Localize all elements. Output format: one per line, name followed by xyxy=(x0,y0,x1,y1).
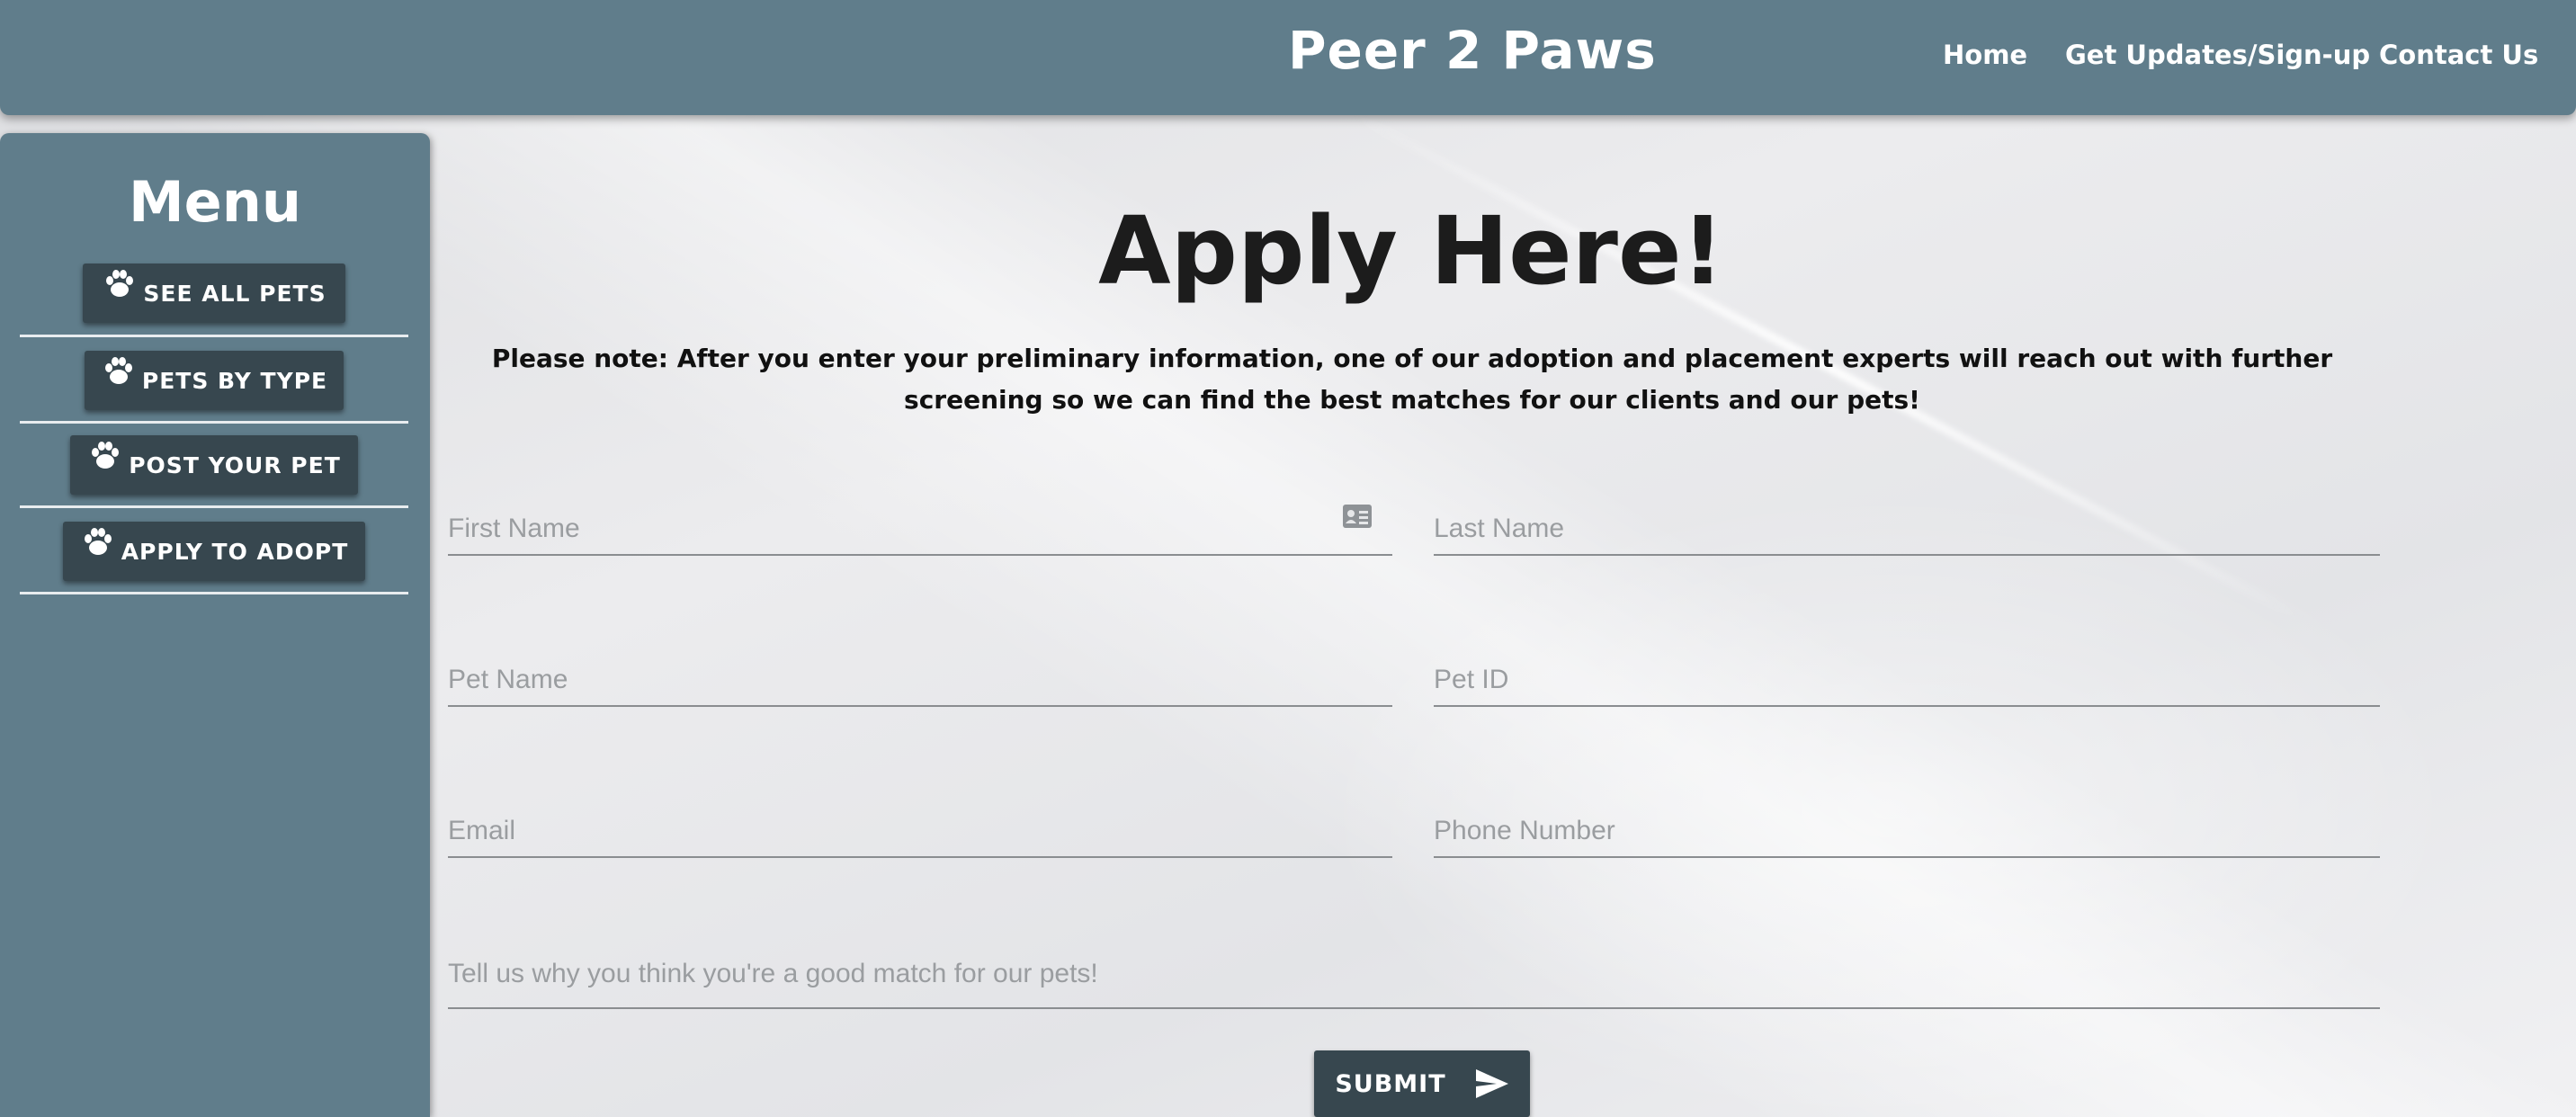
page-title: Apply Here! xyxy=(1098,196,1724,306)
paw-icon xyxy=(84,528,112,555)
sidebar-divider xyxy=(20,421,408,424)
first-name-field xyxy=(448,484,1392,556)
pet-name-input[interactable] xyxy=(448,635,1392,703)
sidebar-item-label: SEE ALL PETS xyxy=(143,280,326,307)
nav-home[interactable]: Home xyxy=(1943,40,2027,70)
pet-id-input[interactable] xyxy=(1434,635,2380,703)
contact-card-icon xyxy=(1343,505,1372,528)
sidebar-divider xyxy=(20,335,408,337)
message-textarea[interactable] xyxy=(448,937,2380,1005)
last-name-input[interactable] xyxy=(1434,484,2380,552)
sidebar-divider xyxy=(20,592,408,594)
nav-get-updates[interactable]: Get Updates/Sign-up xyxy=(2065,40,2370,70)
paw-icon xyxy=(104,357,132,384)
phone-field xyxy=(1434,786,2380,858)
brand-title[interactable]: Peer 2 Paws xyxy=(1288,20,1657,81)
submit-label: SUBMIT xyxy=(1335,1069,1446,1098)
pet-name-field xyxy=(448,635,1392,707)
phone-input[interactable] xyxy=(1434,786,2380,854)
sidebar-item-post-your-pet[interactable]: POST YOUR PET xyxy=(70,435,358,495)
sidebar-item-pets-by-type[interactable]: PETS BY TYPE xyxy=(85,351,344,410)
pet-id-field xyxy=(1434,635,2380,707)
sidebar-item-apply-to-adopt[interactable]: APPLY TO ADOPT xyxy=(63,522,365,581)
sidebar-title: Menu xyxy=(128,169,302,235)
sidebar-item-label: PETS BY TYPE xyxy=(141,367,328,394)
first-name-input[interactable] xyxy=(448,484,1392,552)
paw-icon xyxy=(106,270,134,297)
sidebar: Menu SEE ALL PETS PETS BY TYPE POST YOUR… xyxy=(0,133,430,1117)
sidebar-divider xyxy=(20,505,408,508)
send-icon xyxy=(1475,1069,1508,1098)
paw-icon xyxy=(92,442,120,469)
last-name-field xyxy=(1434,484,2380,556)
nav-contact-us[interactable]: Contact Us xyxy=(2379,40,2538,70)
sidebar-item-see-all-pets[interactable]: SEE ALL PETS xyxy=(83,264,345,323)
email-input[interactable] xyxy=(448,786,1392,854)
top-navbar: Peer 2 Paws Home Get Updates/Sign-up Con… xyxy=(0,0,2576,115)
sidebar-item-label: POST YOUR PET xyxy=(129,451,341,478)
sidebar-item-label: APPLY TO ADOPT xyxy=(121,538,349,565)
message-field xyxy=(448,937,2380,1009)
info-note: Please note: After you enter your prelim… xyxy=(491,344,2333,415)
submit-button[interactable]: SUBMIT xyxy=(1314,1050,1530,1117)
email-field xyxy=(448,786,1392,858)
